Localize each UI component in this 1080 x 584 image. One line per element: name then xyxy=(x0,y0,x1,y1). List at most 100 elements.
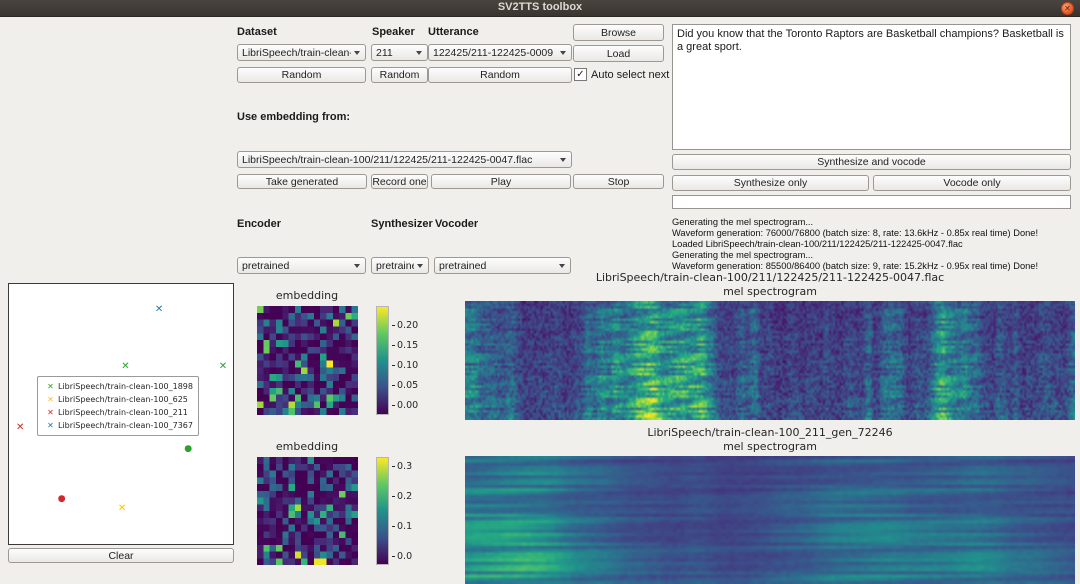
projection-legend: ✕ LibriSpeech/train-clean-100_1898 ✕ Lib… xyxy=(37,376,199,436)
embedding-1-colorbar-ticks: 0.20 0.15 0.10 0.05 0.00 xyxy=(392,320,418,410)
embedding-source-combobox[interactable]: LibriSpeech/train-clean-100/211/122425/2… xyxy=(237,151,572,168)
legend-marker-icon: ✕ xyxy=(43,382,58,391)
synthesizer-combobox[interactable]: pretraine xyxy=(371,257,429,274)
close-button[interactable]: ✕ xyxy=(1061,2,1074,15)
clear-button[interactable]: Clear xyxy=(8,548,234,563)
scatter-point: ✕ xyxy=(155,305,163,315)
tick: 0.2 xyxy=(392,491,412,501)
umap-projection-plot: ✕ ✕ ✕ ✕ ● ● ✕ ✕ LibriSpeech/train-clean-100_18… xyxy=(8,283,234,545)
tick: 0.15 xyxy=(392,340,418,350)
legend-label: LibriSpeech/train-clean-100_625 xyxy=(58,395,188,404)
synthesize-and-vocode-button[interactable]: Synthesize and vocode xyxy=(672,154,1071,170)
tick-mark xyxy=(392,345,395,346)
tick-label: 0.05 xyxy=(397,380,418,391)
stop-button[interactable]: Stop xyxy=(573,174,664,189)
spectrogram-1-title: LibriSpeech/train-clean-100/211/122425/2… xyxy=(465,271,1075,284)
tick-label: 0.0 xyxy=(397,551,412,562)
chevron-down-icon xyxy=(559,264,565,268)
encoder-combobox-value: pretrained xyxy=(242,260,351,272)
legend-item: ✕ LibriSpeech/train-clean-100_625 xyxy=(43,393,193,406)
auto-select-checkbox-label: Auto select next xyxy=(591,69,669,81)
tick-label: 0.00 xyxy=(397,400,418,411)
tick-label: 0.10 xyxy=(397,360,418,371)
dataset-label: Dataset xyxy=(237,26,277,38)
mel-spectrogram-2 xyxy=(465,456,1075,584)
text-prompt-input[interactable]: Did you know that the Toronto Raptors ar… xyxy=(672,24,1071,150)
encoder-combobox[interactable]: pretrained xyxy=(237,257,366,274)
tick: 0.1 xyxy=(392,522,412,532)
legend-item: ✕ LibriSpeech/train-clean-100_7367 xyxy=(43,419,193,432)
tick-mark xyxy=(392,405,395,406)
synthesizer-combobox-value: pretraine xyxy=(376,260,414,272)
tick-label: 0.15 xyxy=(397,340,418,351)
embedding-source-value: LibriSpeech/train-clean-100/211/122425/2… xyxy=(242,154,557,166)
chevron-down-icon xyxy=(416,51,422,55)
spectrogram-1-subtitle: mel spectrogram xyxy=(465,285,1075,298)
embedding-1-heatmap xyxy=(257,306,358,415)
tick-mark xyxy=(392,526,395,527)
tick-mark xyxy=(392,466,395,467)
tick-mark xyxy=(392,365,395,366)
tick: 0.00 xyxy=(392,400,418,410)
browse-button[interactable]: Browse xyxy=(573,24,664,41)
dataset-combobox[interactable]: LibriSpeech/train-clean-1 xyxy=(237,44,366,61)
chevron-down-icon xyxy=(560,51,566,55)
embedding-2-title: embedding xyxy=(237,440,377,453)
scatter-point: ● xyxy=(184,444,192,454)
legend-marker-icon: ✕ xyxy=(43,395,58,404)
scatter-point: ● xyxy=(58,494,66,504)
dataset-combobox-value: LibriSpeech/train-clean-1 xyxy=(242,47,351,59)
titlebar: SV2TTS toolbox ✕ xyxy=(0,0,1080,17)
tick: 0.10 xyxy=(392,360,418,370)
speaker-combobox-value: 211 xyxy=(376,47,413,59)
spectrogram-2-title: LibriSpeech/train-clean-100_211_gen_7224… xyxy=(465,426,1075,439)
speaker-combobox[interactable]: 211 xyxy=(371,44,428,61)
embedding-1-title: embedding xyxy=(237,289,377,302)
tick-label: 0.3 xyxy=(397,461,412,472)
scatter-point: ✕ xyxy=(121,362,129,372)
utterance-label: Utterance xyxy=(428,26,479,38)
tick-label: 0.2 xyxy=(397,491,412,502)
tick-label: 0.1 xyxy=(397,521,412,532)
chevron-down-icon xyxy=(417,264,423,268)
output-text-field[interactable] xyxy=(672,195,1071,209)
legend-label: LibriSpeech/train-clean-100_1898 xyxy=(58,382,193,391)
random-speaker-button[interactable]: Random xyxy=(371,67,428,83)
scatter-point: ✕ xyxy=(219,362,227,372)
embedding-2-heatmap xyxy=(257,457,358,565)
encoder-label: Encoder xyxy=(237,218,281,230)
chevron-down-icon xyxy=(354,51,360,55)
vocode-only-button[interactable]: Vocode only xyxy=(873,175,1071,191)
tick-mark xyxy=(392,325,395,326)
random-utterance-button[interactable]: Random xyxy=(428,67,572,83)
tick: 0.20 xyxy=(392,320,418,330)
load-button[interactable]: Load xyxy=(573,45,664,62)
tick-mark xyxy=(392,496,395,497)
use-embedding-label: Use embedding from: xyxy=(237,111,350,123)
random-dataset-button[interactable]: Random xyxy=(237,67,366,83)
sv2tts-window: SV2TTS toolbox ✕ Dataset Speaker Utteran… xyxy=(0,0,1080,584)
play-button[interactable]: Play xyxy=(431,174,571,189)
vocoder-combobox-value: pretrained xyxy=(439,260,556,272)
legend-label: LibriSpeech/train-clean-100_211 xyxy=(58,408,188,417)
utterance-combobox-value: 122425/211-122425-0009 xyxy=(433,47,557,59)
tick: 0.0 xyxy=(392,552,412,562)
auto-select-checkbox[interactable]: ✓ Auto select next xyxy=(574,68,669,81)
speaker-label: Speaker xyxy=(372,26,415,38)
legend-item: ✕ LibriSpeech/train-clean-100_211 xyxy=(43,406,193,419)
chevron-down-icon xyxy=(560,158,566,162)
auto-select-checkbox-box[interactable]: ✓ xyxy=(574,68,587,81)
tick: 0.05 xyxy=(392,380,418,390)
mel-spectrogram-1 xyxy=(465,301,1075,420)
record-one-button[interactable]: Record one xyxy=(371,174,428,189)
tick: 0.3 xyxy=(392,461,412,471)
synthesize-only-button[interactable]: Synthesize only xyxy=(672,175,869,191)
legend-label: LibriSpeech/train-clean-100_7367 xyxy=(58,421,193,430)
take-generated-button[interactable]: Take generated xyxy=(237,174,367,189)
legend-marker-icon: ✕ xyxy=(43,408,58,417)
tick-label: 0.20 xyxy=(397,320,418,331)
vocoder-label: Vocoder xyxy=(435,218,478,230)
legend-marker-icon: ✕ xyxy=(43,421,58,430)
utterance-combobox[interactable]: 122425/211-122425-0009 xyxy=(428,44,572,61)
synthesizer-label: Synthesizer xyxy=(371,218,433,230)
